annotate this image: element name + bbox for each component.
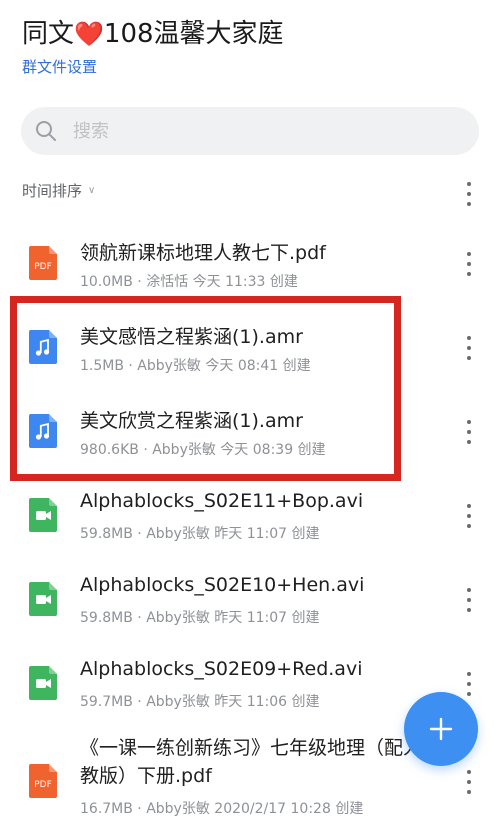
page-title: 同文❤️108温馨大家庭 (22, 14, 480, 54)
sort-label: 时间排序 (22, 182, 83, 200)
file-row[interactable]: Alphablocks_S02E11+Bop.avi 59.8MB · Abby张… (0, 474, 500, 558)
file-row[interactable]: Alphablocks_S02E10+Hen.avi 59.8MB · Abby张… (0, 558, 500, 642)
search-bar[interactable] (21, 107, 479, 155)
pdf-file-icon: PDF (29, 764, 57, 798)
more-options-icon[interactable] (459, 588, 479, 612)
video-file-icon (29, 582, 57, 616)
file-name: 美文欣赏之程紫涵(1).amr (80, 410, 303, 432)
file-meta: 59.7MB · Abby张敏 昨天 11:06 创建 (80, 694, 320, 710)
title-prefix: 同文 (22, 19, 75, 49)
file-meta: 59.8MB · Abby张敏 昨天 11:07 创建 (80, 526, 320, 542)
heart-icon: ❤️ (74, 20, 104, 48)
sort-bar: 时间排序 ∨ (22, 180, 480, 206)
more-options-icon[interactable] (459, 672, 479, 696)
chevron-down-icon: ∨ (88, 185, 96, 196)
search-icon (36, 121, 56, 141)
plus-icon (429, 717, 453, 741)
more-options-icon[interactable] (459, 770, 479, 794)
file-name: Alphablocks_S02E10+Hen.avi (80, 574, 365, 596)
file-name: 《一课一练创新练习》七年级地理（配人教版）下册.pdf (80, 737, 423, 787)
file-meta: 980.6KB · Abby张敏 今天 08:39 创建 (80, 442, 326, 458)
file-name: 领航新课标地理人教七下.pdf (80, 242, 326, 264)
sort-dropdown[interactable]: 时间排序 ∨ (22, 180, 95, 201)
pdf-icon-text: PDF (34, 780, 52, 790)
group-header: 同文❤️108温馨大家庭 群文件设置 (22, 14, 480, 77)
more-options-icon[interactable] (459, 420, 479, 444)
sort-more-options-icon[interactable] (459, 182, 479, 206)
more-options-icon[interactable] (459, 336, 479, 360)
file-name: 美文感悟之程紫涵(1).amr (80, 326, 303, 348)
title-suffix: 108温馨大家庭 (103, 19, 284, 49)
search-input[interactable] (71, 119, 435, 143)
video-file-icon (29, 666, 57, 700)
file-row[interactable]: PDF 领航新课标地理人教七下.pdf 10.0MB · 涂恬恬 今天 11:33 … (0, 222, 500, 306)
audio-file-icon (29, 330, 57, 364)
file-name: Alphablocks_S02E09+Red.avi (80, 658, 363, 680)
file-meta: 1.5MB · Abby张敏 今天 08:41 创建 (80, 358, 311, 374)
file-meta: 10.0MB · 涂恬恬 今天 11:33 创建 (80, 274, 298, 290)
file-meta: 16.7MB · Abby张敏 2020/2/17 10:28 创建 (80, 801, 364, 817)
more-options-icon[interactable] (459, 504, 479, 528)
audio-file-icon (29, 414, 57, 448)
video-file-icon (29, 498, 57, 532)
group-file-settings-link[interactable]: 群文件设置 (22, 56, 97, 77)
add-file-button[interactable] (404, 692, 478, 766)
file-row[interactable]: 美文感悟之程紫涵(1).amr 1.5MB · Abby张敏 今天 08:41 创… (0, 306, 500, 390)
file-meta: 59.8MB · Abby张敏 昨天 11:07 创建 (80, 610, 320, 626)
pdf-file-icon: PDF (29, 246, 57, 280)
file-row[interactable]: 美文欣赏之程紫涵(1).amr 980.6KB · Abby张敏 今天 08:39… (0, 390, 500, 474)
file-name: Alphablocks_S02E11+Bop.avi (80, 490, 364, 512)
pdf-icon-text: PDF (34, 262, 52, 272)
more-options-icon[interactable] (459, 252, 479, 276)
